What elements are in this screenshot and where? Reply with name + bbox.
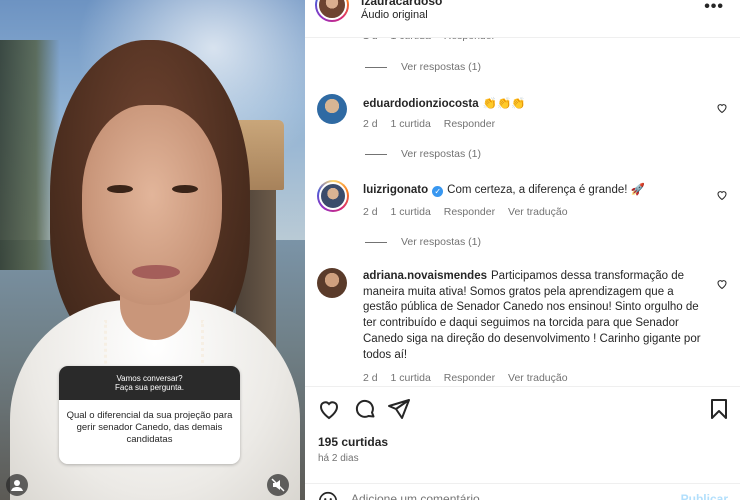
more-options-icon[interactable]: ••• bbox=[704, 0, 724, 16]
avatar[interactable] bbox=[317, 180, 349, 212]
author-username[interactable]: izauracardoso bbox=[361, 0, 442, 8]
likes-count[interactable]: 195 curtidas bbox=[318, 435, 388, 449]
post-date: há 2 dias bbox=[318, 453, 359, 464]
comment-text: adriana.novaismendes Participamos dessa t… bbox=[363, 269, 703, 363]
sticker-subtitle: Faça sua pergunta. bbox=[115, 383, 184, 392]
comment-input[interactable] bbox=[351, 492, 651, 500]
post-header: izauracardoso Áudio original ••• bbox=[305, 0, 740, 38]
question-text: Qual o diferencial da sua projeção para … bbox=[59, 400, 240, 464]
comment-body: 👏👏👏 bbox=[482, 98, 526, 110]
sticker-title: Vamos conversar? bbox=[116, 374, 183, 383]
translate-button[interactable]: Ver tradução bbox=[508, 206, 568, 218]
speaker-eye-right bbox=[172, 185, 198, 193]
comment-likes[interactable]: 1 curtida bbox=[391, 118, 431, 130]
verified-badge-icon: ✓ bbox=[432, 186, 444, 197]
view-replies-button[interactable]: Ver respostas (1) bbox=[365, 61, 481, 73]
comment-username[interactable]: luizrigonato bbox=[363, 184, 428, 196]
audio-link[interactable]: Áudio original bbox=[361, 9, 428, 21]
avatar[interactable] bbox=[317, 268, 347, 298]
replies-divider bbox=[365, 66, 387, 68]
comment-likes[interactable]: 1 curtida bbox=[391, 372, 431, 384]
comment-time: 2 d bbox=[363, 206, 378, 218]
view-replies-label: Ver respostas (1) bbox=[401, 148, 481, 160]
comment-time: 2 d bbox=[363, 118, 378, 130]
view-replies-button[interactable]: Ver respostas (1) bbox=[365, 236, 481, 248]
comment-body: Com certeza, a diferença é grande! 🚀 bbox=[447, 184, 645, 196]
emoji-icon[interactable] bbox=[317, 490, 339, 500]
share-icon[interactable] bbox=[387, 397, 411, 421]
comment-meta: 2 d 1 curtida Responder Ver tradução bbox=[363, 372, 578, 384]
comment-time: 2 d bbox=[363, 372, 378, 384]
heart-icon[interactable] bbox=[716, 189, 728, 201]
reply-button[interactable]: Responder bbox=[444, 206, 495, 218]
heart-icon[interactable] bbox=[716, 102, 728, 114]
comment-text: eduardodionziocosta 👏👏👏 bbox=[363, 96, 703, 112]
view-replies-label: Ver respostas (1) bbox=[401, 61, 481, 73]
view-replies-label: Ver respostas (1) bbox=[401, 236, 481, 248]
mute-icon[interactable] bbox=[267, 474, 289, 496]
comment-likes[interactable]: 1 curtida bbox=[391, 206, 431, 218]
comments-panel: 1 d 1 curtida Responder Ver respostas (1… bbox=[305, 0, 740, 500]
comment-text: luizrigonato ✓ Com certeza, a diferença é … bbox=[363, 182, 703, 198]
translate-button[interactable]: Ver tradução bbox=[508, 372, 568, 384]
replies-divider bbox=[365, 153, 387, 155]
comment-body: Participamos dessa transformação de mane… bbox=[363, 270, 701, 361]
speaker-lips bbox=[132, 265, 180, 279]
comment-username[interactable]: adriana.novaismendes bbox=[363, 270, 487, 282]
comment-meta: 2 d 1 curtida Responder Ver tradução bbox=[363, 206, 578, 218]
bookmark-icon[interactable] bbox=[707, 397, 731, 421]
question-sticker: Vamos conversar? Faça sua pergunta. Qual… bbox=[59, 366, 240, 464]
like-heart-icon[interactable] bbox=[317, 397, 341, 421]
speaker-eye-left bbox=[107, 185, 133, 193]
post-actions: 195 curtidas há 2 dias Publicar bbox=[305, 386, 740, 500]
user-tag-icon[interactable] bbox=[6, 474, 28, 496]
comment-icon[interactable] bbox=[353, 397, 377, 421]
publish-button[interactable]: Publicar bbox=[681, 492, 728, 500]
question-sticker-header: Vamos conversar? Faça sua pergunta. bbox=[59, 366, 240, 400]
add-comment-bar: Publicar bbox=[305, 483, 740, 500]
replies-divider bbox=[365, 241, 387, 243]
heart-icon[interactable] bbox=[716, 278, 728, 290]
reel-video[interactable]: Vamos conversar? Faça sua pergunta. Qual… bbox=[0, 0, 305, 500]
view-replies-button[interactable]: Ver respostas (1) bbox=[365, 148, 481, 160]
author-avatar[interactable] bbox=[315, 0, 349, 22]
comment-meta: 2 d 1 curtida Responder bbox=[363, 118, 505, 130]
comment-username[interactable]: eduardodionziocosta bbox=[363, 98, 479, 110]
avatar[interactable] bbox=[317, 94, 347, 124]
reply-button[interactable]: Responder bbox=[444, 372, 495, 384]
reply-button[interactable]: Responder bbox=[444, 118, 495, 130]
